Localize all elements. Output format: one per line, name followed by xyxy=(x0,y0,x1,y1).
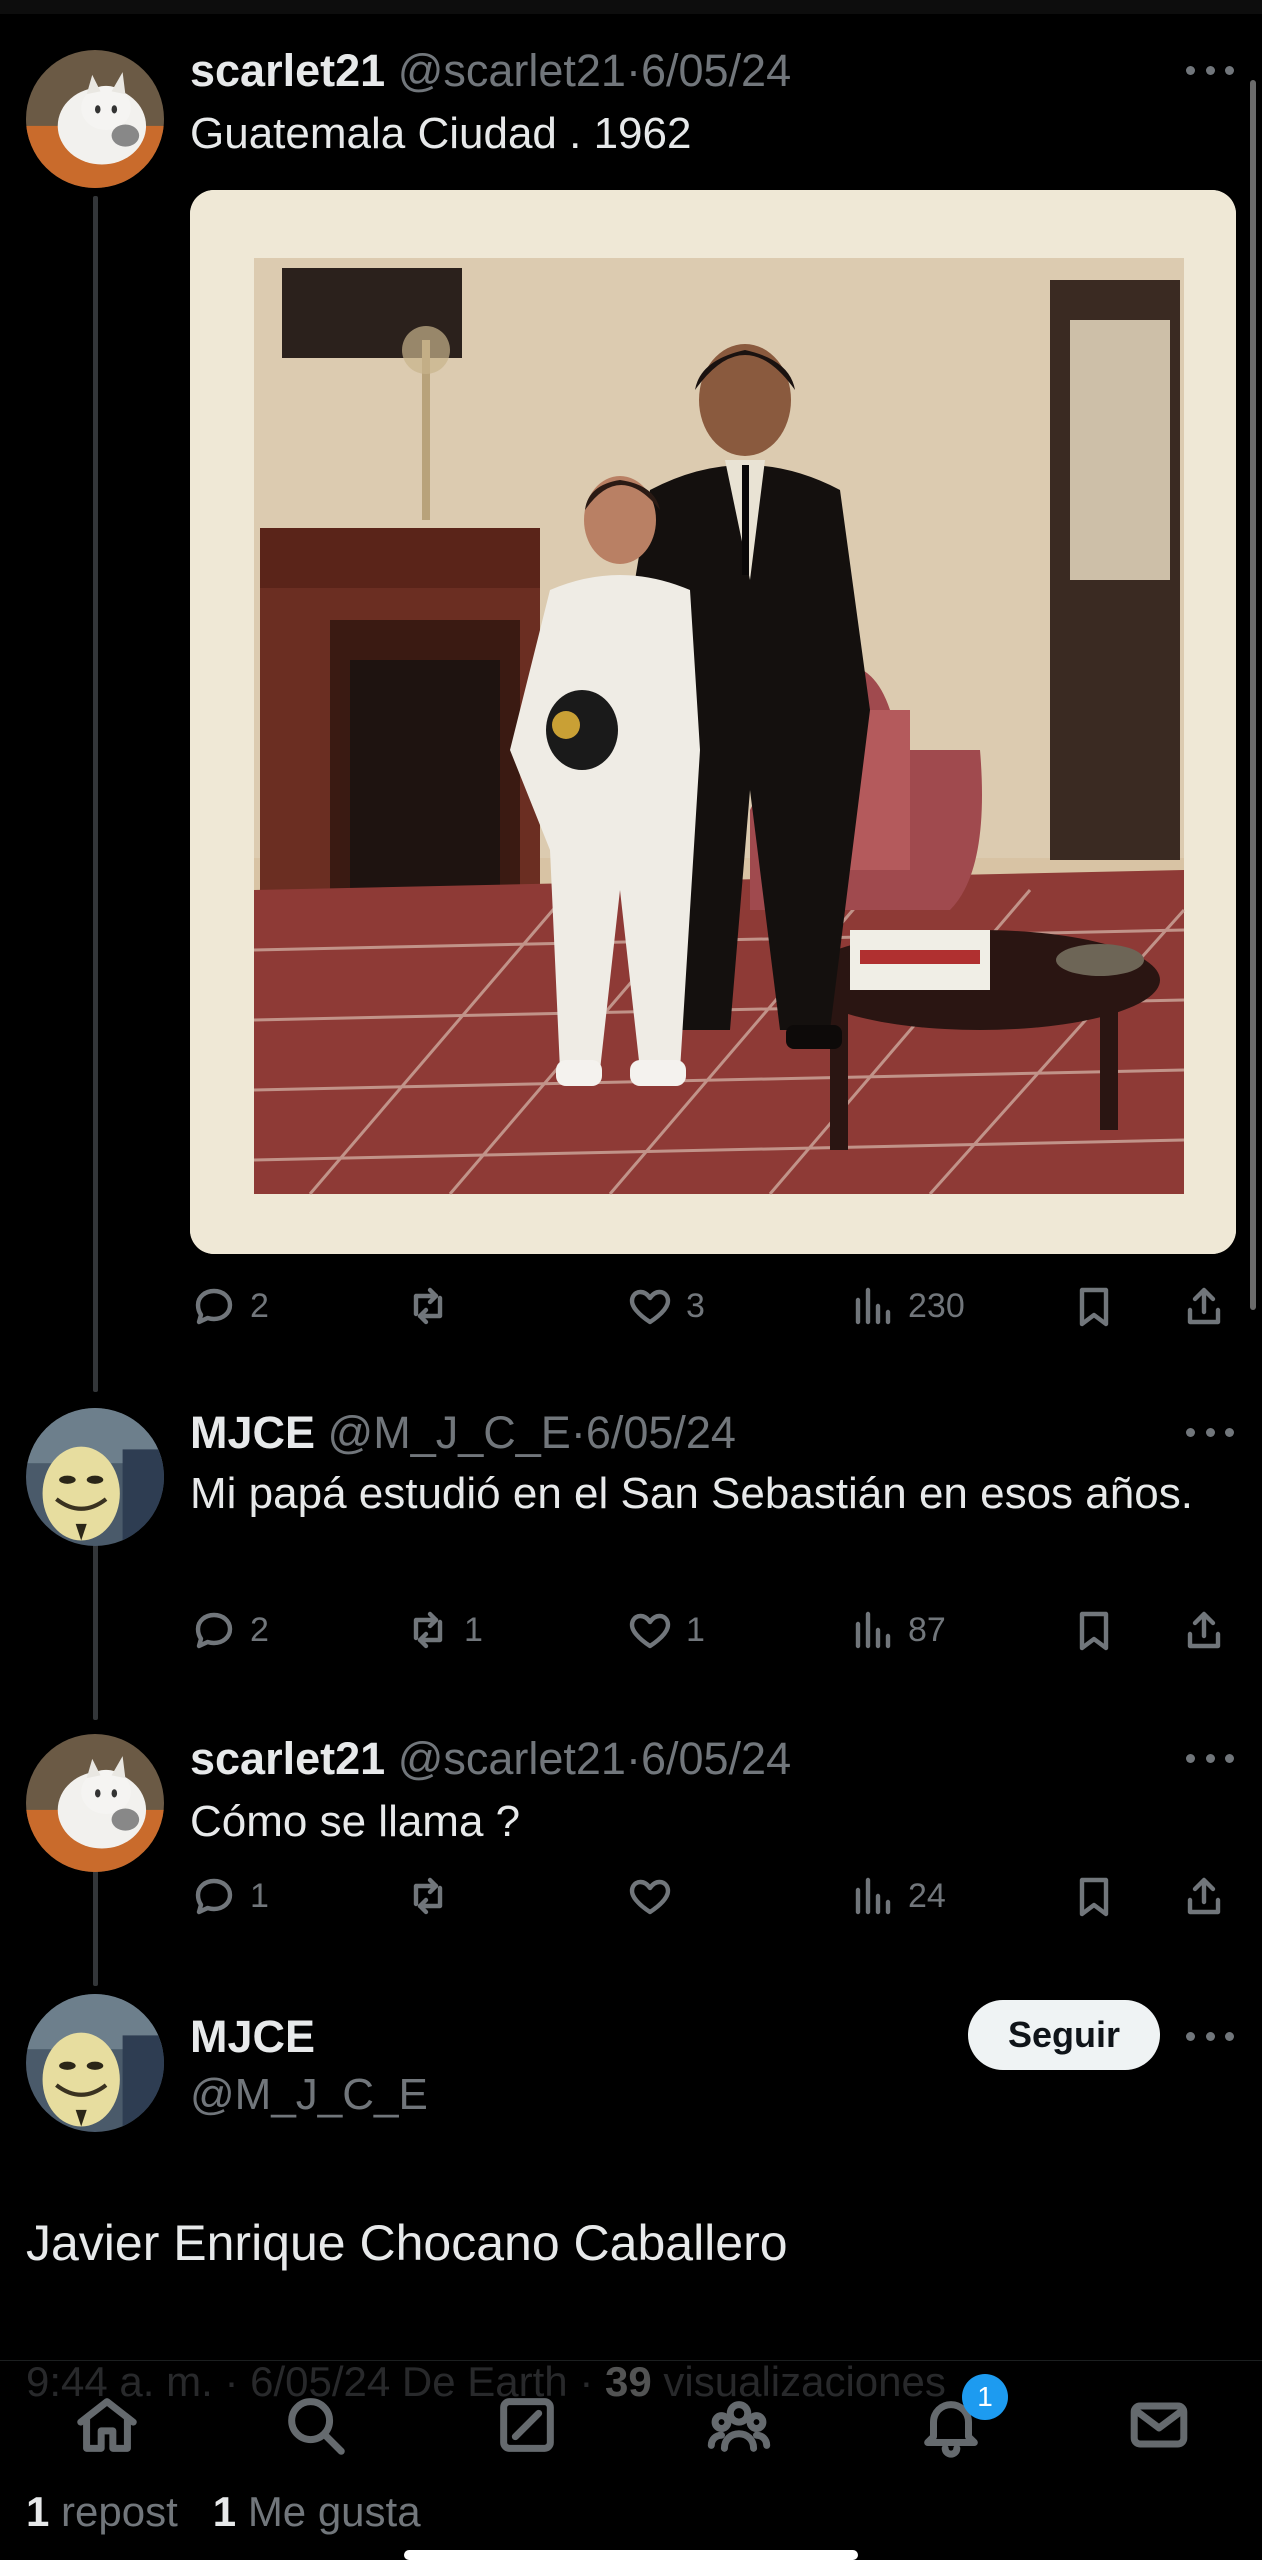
display-name[interactable]: scarlet21 xyxy=(190,45,385,96)
bookmark-button[interactable] xyxy=(1070,1278,1118,1334)
views-icon xyxy=(855,1611,891,1649)
like-button[interactable]: 3 xyxy=(626,1278,705,1334)
user-handle[interactable]: @scarlet21 xyxy=(398,45,626,96)
heart-icon xyxy=(629,1879,671,1915)
more-icon[interactable] xyxy=(1186,60,1234,80)
reply-icon xyxy=(195,1878,233,1915)
reply-button[interactable]: 1 xyxy=(190,1868,269,1924)
tweet-text: Cómo se llama ? xyxy=(190,1797,521,1846)
tweet-header: scarlet21 @scarlet21·6/05/24 xyxy=(190,48,791,93)
views-count: 87 xyxy=(908,1610,946,1649)
main-display-name[interactable]: MJCE xyxy=(190,2014,315,2059)
engagement-stats[interactable]: 1 repost 1 Me gusta xyxy=(26,2488,421,2536)
share-icon xyxy=(1187,1611,1221,1649)
heart-icon xyxy=(629,1613,671,1649)
repost-label: repost xyxy=(61,2488,178,2535)
tweet-header: scarlet21 @scarlet21·6/05/24 xyxy=(190,1736,791,1781)
bookmark-button[interactable] xyxy=(1070,1602,1118,1658)
bookmark-icon xyxy=(1079,1877,1109,1917)
notification-badge: 1 xyxy=(962,2374,1008,2420)
tweet-photo[interactable] xyxy=(190,190,1236,1254)
share-icon xyxy=(1187,1877,1221,1915)
like-count: 1 xyxy=(212,2488,237,2535)
bottom-nav xyxy=(0,2360,1262,2480)
separator: · xyxy=(625,1733,641,1784)
repost-button[interactable] xyxy=(404,1868,464,1924)
tweet[interactable]: MJCE @M_J_C_E·6/05/24 Mi papá estudió en… xyxy=(0,1380,1262,1700)
tweet-text: Mi papá estudió en el San Sebastián en e… xyxy=(190,1469,1193,1518)
share-button[interactable] xyxy=(1180,1602,1228,1658)
share-button[interactable] xyxy=(1180,1868,1228,1924)
display-name[interactable]: MJCE xyxy=(190,1407,315,1458)
communities-icon[interactable] xyxy=(704,2390,774,2460)
main-tweet-text: Javier Enrique Chocano Caballero xyxy=(26,2215,788,2271)
reply-count: 2 xyxy=(250,1286,269,1325)
bookmark-icon xyxy=(1079,1611,1109,1651)
reply-button[interactable]: 2 xyxy=(190,1278,269,1334)
avatar[interactable] xyxy=(26,1734,164,1872)
reply-button[interactable]: 2 xyxy=(190,1602,269,1658)
tweet-actions: 2 3 230 xyxy=(190,1278,1230,1334)
separator: · xyxy=(570,1407,586,1458)
reply-icon xyxy=(195,1288,233,1325)
repost-count: 1 xyxy=(26,2488,50,2535)
share-icon xyxy=(1187,1287,1221,1325)
display-name[interactable]: MJCE xyxy=(190,2011,315,2062)
reply-count: 2 xyxy=(250,1610,269,1649)
tweet-date[interactable]: 6/05/24 xyxy=(586,1407,736,1458)
display-name[interactable]: scarlet21 xyxy=(190,1733,385,1784)
tweet-actions: 1 24 xyxy=(190,1868,1230,1924)
repost-icon xyxy=(413,1877,443,1915)
user-handle[interactable]: @M_J_C_E xyxy=(328,1407,571,1458)
like-label: Me gusta xyxy=(247,2488,421,2535)
tweet[interactable]: scarlet21 @scarlet21·6/05/24 Cómo se lla… xyxy=(0,1706,1262,1946)
like-button[interactable]: 1 xyxy=(626,1602,705,1658)
more-icon[interactable] xyxy=(1186,2026,1234,2046)
home-indicator xyxy=(404,2550,858,2560)
repost-button[interactable] xyxy=(404,1278,464,1334)
like-count: 3 xyxy=(686,1286,705,1325)
more-icon[interactable] xyxy=(1186,1748,1234,1768)
follow-button[interactable]: Seguir xyxy=(968,2000,1160,2070)
avatar[interactable] xyxy=(26,1994,164,2132)
home-icon[interactable] xyxy=(72,2390,142,2460)
grok-icon[interactable] xyxy=(492,2390,562,2460)
main-user-handle[interactable]: @M_J_C_E xyxy=(190,2070,428,2120)
user-handle[interactable]: @scarlet21 xyxy=(398,1733,626,1784)
tweet-header: MJCE @M_J_C_E·6/05/24 xyxy=(190,1410,736,1455)
tweet-date[interactable]: 6/05/24 xyxy=(641,1733,791,1784)
like-button[interactable] xyxy=(626,1868,686,1924)
search-icon[interactable] xyxy=(280,2390,350,2460)
views-button[interactable]: 230 xyxy=(848,1278,965,1334)
repost-icon xyxy=(413,1611,443,1649)
heart-icon xyxy=(629,1289,671,1325)
repost-icon xyxy=(413,1287,443,1325)
views-count: 24 xyxy=(908,1876,946,1915)
views-button[interactable]: 24 xyxy=(848,1868,946,1924)
reply-count: 1 xyxy=(250,1876,269,1915)
tweet-date[interactable]: 6/05/24 xyxy=(641,45,791,96)
repost-count: 1 xyxy=(464,1610,483,1649)
tweet-text: Guatemala Ciudad . 1962 xyxy=(190,109,692,158)
avatar[interactable] xyxy=(26,1408,164,1546)
messages-icon[interactable] xyxy=(1124,2390,1194,2460)
tweet[interactable]: scarlet21 @scarlet21·6/05/24 Guatemala C… xyxy=(0,0,1262,1360)
views-icon xyxy=(855,1287,891,1325)
reply-icon xyxy=(195,1612,233,1649)
bookmark-icon xyxy=(1079,1287,1109,1327)
like-count: 1 xyxy=(686,1610,705,1649)
avatar[interactable] xyxy=(26,50,164,188)
share-button[interactable] xyxy=(1180,1278,1228,1334)
views-button[interactable]: 87 xyxy=(848,1602,946,1658)
views-count: 230 xyxy=(908,1286,965,1325)
bookmark-button[interactable] xyxy=(1070,1868,1118,1924)
more-icon[interactable] xyxy=(1186,1422,1234,1442)
views-icon xyxy=(855,1877,891,1915)
separator: · xyxy=(625,45,641,96)
repost-button[interactable]: 1 xyxy=(404,1602,483,1658)
tweet-actions: 2 1 1 87 xyxy=(190,1602,1230,1658)
